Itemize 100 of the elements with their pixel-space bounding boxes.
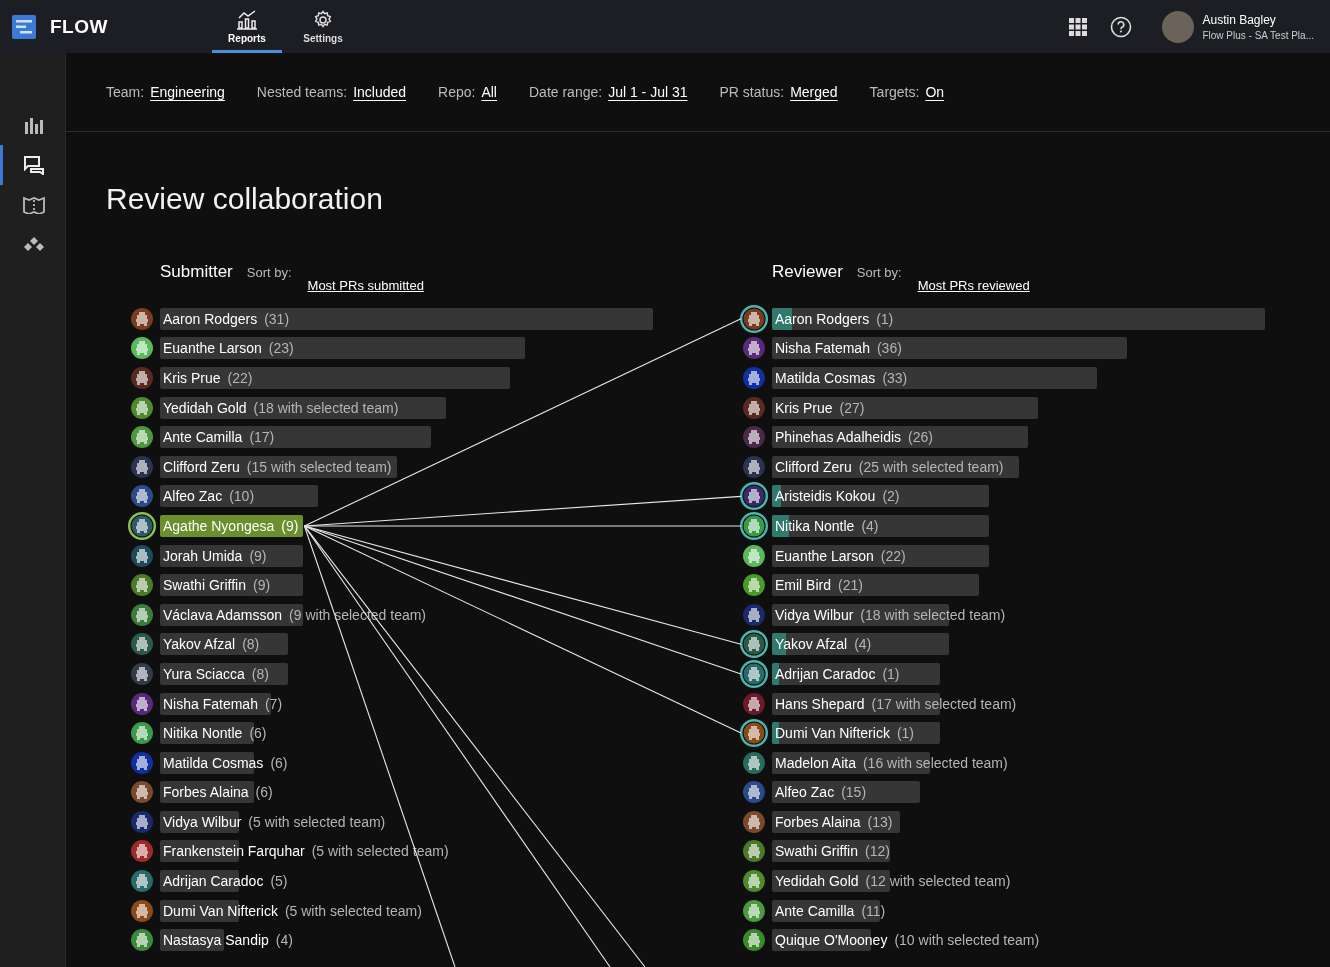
person-name: Alfeo Zac: [775, 784, 835, 801]
person-name: Nisha Fatemah: [775, 340, 870, 357]
bar-track[interactable]: Swathi Griffin (12): [772, 840, 1265, 863]
bar-track[interactable]: Aaron Rodgers (31): [160, 307, 653, 330]
bar-track[interactable]: Adrijan Caradoc (1): [772, 662, 1265, 685]
filter-value-link[interactable]: On: [925, 84, 945, 100]
bar-track[interactable]: Forbes Alaina (13): [772, 810, 1265, 833]
bar-track[interactable]: Aristeidis Kokou (2): [772, 485, 1265, 508]
bar-track[interactable]: Vidya Wilbur (5 with selected team): [160, 810, 653, 833]
pr-count: (4): [275, 932, 293, 949]
apps-grid-icon[interactable]: [1068, 16, 1089, 37]
bar-track[interactable]: Ante Camilla (17): [160, 426, 653, 449]
bar-track[interactable]: Quique O'Mooney (10 with selected team): [772, 929, 1265, 952]
pr-count: (22): [227, 370, 253, 386]
bar-track[interactable]: Yedidah Gold (12 with selected team): [772, 870, 1265, 893]
pr-count: (23): [268, 340, 294, 357]
filter-value-link[interactable]: Included: [353, 84, 407, 100]
user-photo-placeholder[interactable]: [1162, 10, 1195, 43]
bar-track[interactable]: Yakov Afzal (8): [160, 633, 653, 656]
pr-count: (26): [908, 429, 933, 446]
column-heading: Reviewer: [772, 262, 843, 282]
person-name: Jorah Umida: [163, 547, 243, 564]
pr-count: (12): [865, 843, 890, 860]
sort-link[interactable]: Most PRs submitted: [307, 278, 424, 293]
filter-label: Targets:: [869, 84, 920, 100]
bar-track[interactable]: Euanthe Larson (22): [772, 544, 1265, 567]
user-name: Austin Bagley: [1202, 12, 1277, 27]
pr-count: (8): [251, 665, 269, 682]
pr-count: (8): [242, 636, 260, 653]
bar-track[interactable]: Nisha Fatemah (7): [160, 692, 653, 715]
bar-track[interactable]: Yedidah Gold (18 with selected team): [160, 396, 653, 419]
bar-chart-icon: [236, 10, 258, 30]
filter-value-link[interactable]: All: [481, 84, 497, 100]
person-name: Euanthe Larson: [775, 547, 874, 564]
bar-track[interactable]: Nitika Nontle (4): [772, 514, 1265, 537]
bar-track[interactable]: Clifford Zeru (25 with selected team): [772, 455, 1265, 478]
person-name: Yedidah Gold: [163, 399, 247, 416]
chat-bubbles-icon: [23, 155, 45, 175]
pr-count: (36): [876, 340, 902, 357]
bar-track[interactable]: Matilda Cosmas (6): [160, 751, 653, 774]
bar-track[interactable]: Clifford Zeru (15 with selected team): [160, 455, 653, 478]
bar-track[interactable]: Euanthe Larson (23): [160, 337, 653, 360]
person-name: Nastasya Sandip: [163, 932, 269, 949]
pr-count: (1): [896, 725, 914, 742]
pr-count: (31): [264, 310, 290, 327]
bar-track[interactable]: Dumi Van Nifterick (1): [772, 722, 1265, 745]
filter-value-link[interactable]: Jul 1 - Jul 31: [608, 84, 688, 100]
nav-tab[interactable]: Settings: [288, 0, 358, 53]
bar-track[interactable]: Swathi Griffin (9): [160, 574, 653, 597]
pr-count: (9): [249, 547, 267, 564]
bar-track[interactable]: Forbes Alaina (6): [160, 781, 653, 804]
bar-track[interactable]: Jorah Umida (9): [160, 544, 653, 567]
bar-track[interactable]: Vidya Wilbur (18 with selected team): [772, 603, 1265, 626]
bar-track[interactable]: Nisha Fatemah (36): [772, 337, 1265, 360]
bar-track[interactable]: Alfeo Zac (10): [160, 485, 653, 508]
bar-track[interactable]: Ante Camilla (11): [772, 899, 1265, 922]
bar-track[interactable]: Kris Prue (22): [160, 367, 653, 389]
column-heading: Submitter: [160, 262, 233, 282]
page-title: Review collaboration: [106, 182, 384, 216]
pr-count: (1): [882, 665, 900, 682]
person-name: Václava Adamsson: [163, 606, 283, 623]
bar-track[interactable]: Adrijan Caradoc (5): [160, 870, 653, 893]
sort-link[interactable]: Most PRs reviewed: [917, 278, 1030, 293]
bar-track[interactable]: Madelon Aita (16 with selected team): [772, 751, 1265, 774]
bar-track[interactable]: Yura Sciacca (8): [160, 662, 653, 685]
filter-value-link[interactable]: Merged: [790, 84, 838, 100]
map-icon: [23, 196, 45, 214]
help-icon[interactable]: [1110, 15, 1133, 38]
person-name: Matilda Cosmas: [163, 754, 264, 771]
bar-track[interactable]: Phinehas Adalheidis (26): [772, 426, 1265, 449]
person-name: Nitika Nontle: [775, 517, 855, 534]
person-name: Frankenstein Farquhar: [163, 843, 305, 860]
filter-value-link[interactable]: Engineering: [150, 84, 225, 100]
person-name: Forbes Alaina: [775, 813, 861, 830]
pr-count: (10 with selected team): [894, 932, 1040, 949]
bar-track[interactable]: Hans Shepard (17 with selected team): [772, 692, 1265, 715]
bar-track[interactable]: Yakov Afzal (4): [772, 633, 1265, 656]
pr-count: (10): [229, 488, 255, 505]
bar-track[interactable]: Agathe Nyongesa (9): [160, 514, 653, 537]
bar-track[interactable]: Nastasya Sandip (4): [160, 929, 653, 952]
sort-label: Sort by:: [856, 265, 902, 280]
bar-track[interactable]: Matilda Cosmas (33): [772, 367, 1265, 389]
person-name: Yakov Afzal: [163, 636, 236, 653]
pr-count: (27): [839, 399, 865, 416]
bar-track[interactable]: Nitika Nontle (6): [160, 722, 653, 745]
pr-count: (33): [882, 370, 908, 386]
nav-tab[interactable]: Reports: [212, 0, 282, 53]
bar-track[interactable]: Dumi Van Nifterick (5 with selected team): [160, 899, 653, 922]
bar-track[interactable]: Alfeo Zac (15): [772, 781, 1265, 804]
pr-count: (4): [861, 517, 879, 534]
bar-track[interactable]: Kris Prue (27): [772, 396, 1265, 419]
pr-count: (18 with selected team): [253, 399, 399, 416]
pr-count: (17 with selected team): [871, 695, 1017, 712]
bar-track[interactable]: Aaron Rodgers (1): [772, 307, 1265, 330]
person-name: Nitika Nontle: [163, 725, 243, 742]
bar-chart-icon: [24, 115, 44, 135]
bar-track[interactable]: Emil Bird (21): [772, 574, 1265, 597]
pr-count: (12 with selected team): [865, 873, 1011, 890]
filter-label: PR status:: [719, 84, 785, 100]
person-name: Phinehas Adalheidis: [775, 429, 902, 446]
